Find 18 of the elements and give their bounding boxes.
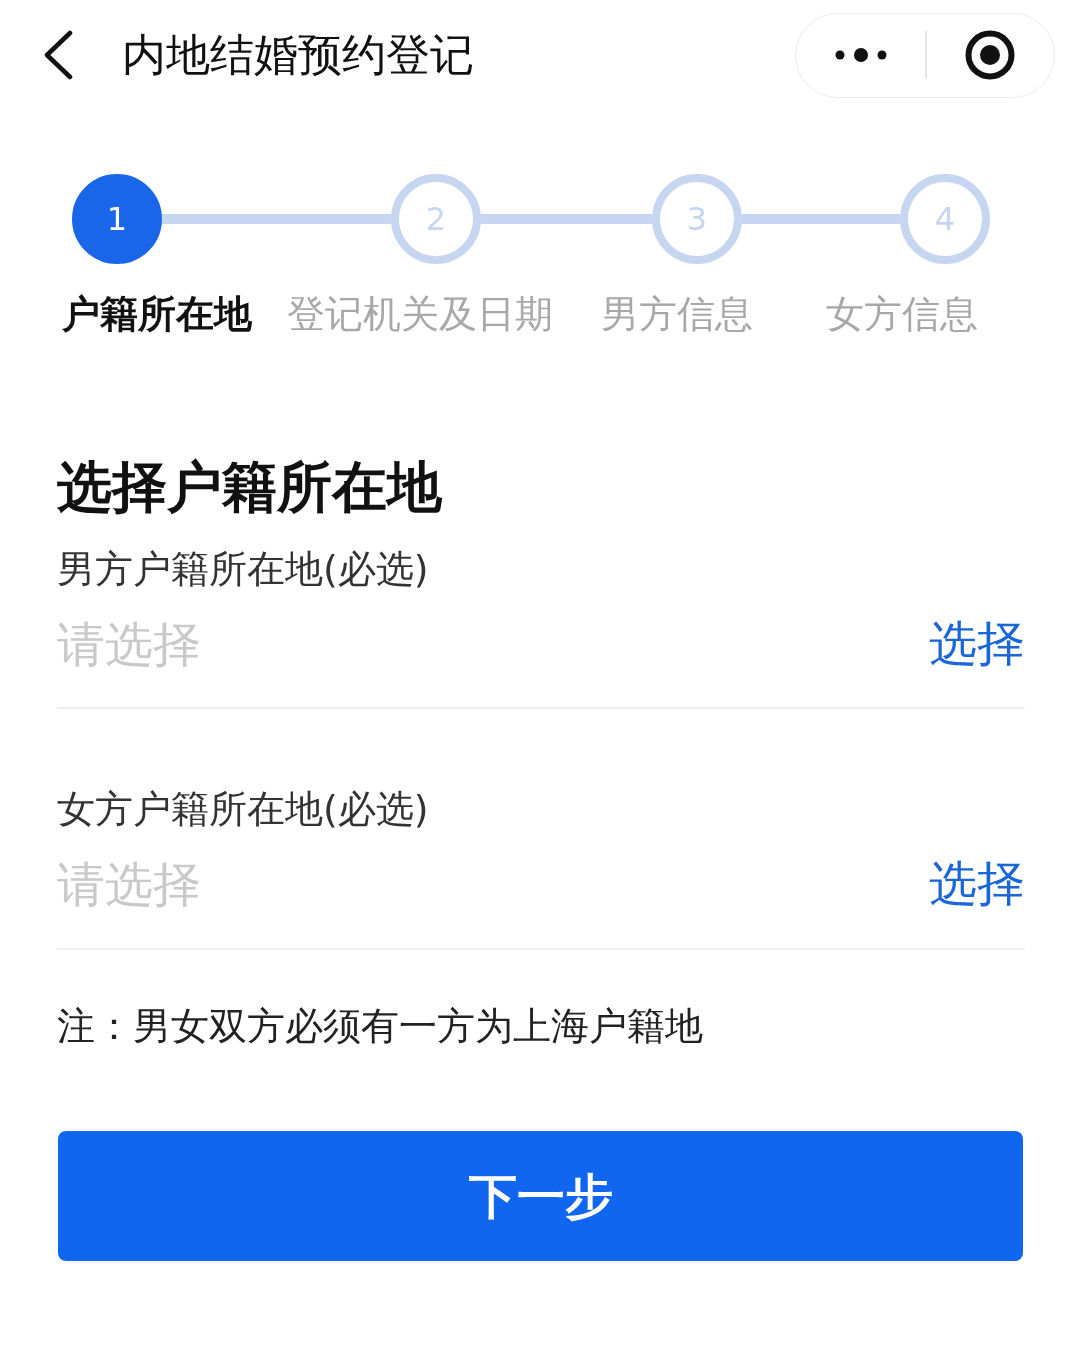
step-label: 女方信息 (826, 292, 978, 338)
step-circle: 1 (72, 174, 162, 264)
step-label: 户籍所在地 (62, 292, 252, 338)
step-label: 登记机关及日期 (287, 292, 553, 338)
step-circle: 2 (391, 174, 481, 264)
section-title: 选择户籍所在地 (57, 453, 442, 520)
select-link[interactable]: 选择 (929, 855, 1025, 914)
more-dots-icon (834, 48, 887, 62)
field-label: 女方户籍所在地(必选) (57, 787, 429, 833)
next-step-button[interactable]: 下一步 (58, 1131, 1023, 1262)
page-title: 内地结婚预约登记 (122, 28, 474, 82)
note-text: 注：男女双方必须有一方为上海户籍地 (57, 1003, 703, 1050)
step-circle: 4 (900, 174, 990, 264)
step-circle: 3 (652, 174, 742, 264)
target-circle-icon (965, 30, 1016, 80)
step-label: 男方信息 (601, 292, 753, 338)
select-link[interactable]: 选择 (929, 614, 1025, 673)
field-label: 男方户籍所在地(必选) (57, 546, 429, 593)
